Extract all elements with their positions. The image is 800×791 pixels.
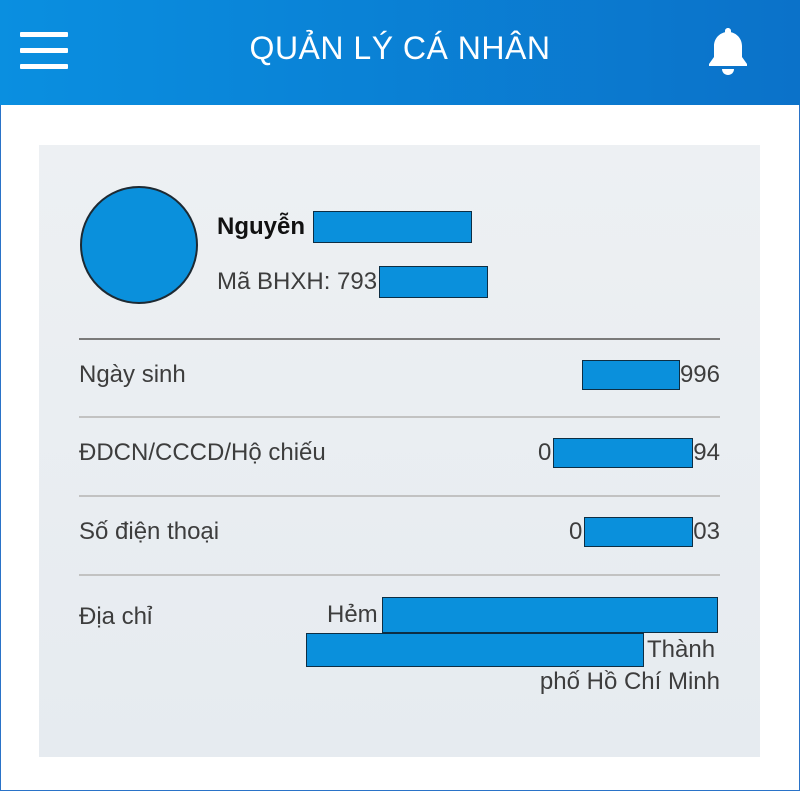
redacted-id xyxy=(379,266,489,298)
field-row-birthdate: Ngày sinh 996 xyxy=(79,341,720,419)
avatar[interactable] xyxy=(80,186,198,304)
field-label: ĐDCN/CCCD/Hộ chiếu xyxy=(79,439,326,466)
redacted-address xyxy=(306,633,644,667)
address-line-1: Hẻm xyxy=(327,597,718,633)
row-divider xyxy=(79,416,720,418)
value-prefix: 0 xyxy=(568,518,583,545)
address-prefix: Hẻm xyxy=(327,601,378,628)
social-insurance-id: Mã BHXH: 793 xyxy=(217,266,489,298)
value-suffix: 03 xyxy=(693,518,720,545)
app-header: QUẢN LÝ CÁ NHÂN xyxy=(0,0,800,105)
redacted-value xyxy=(581,360,680,390)
page-title: QUẢN LÝ CÁ NHÂN xyxy=(249,30,551,66)
notification-button[interactable] xyxy=(704,24,752,76)
value-suffix: 94 xyxy=(693,439,720,466)
field-value: 0 03 xyxy=(569,516,720,548)
bell-icon xyxy=(709,28,747,75)
field-row-id-card: ĐDCN/CCCD/Hộ chiếu 0 94 xyxy=(79,419,720,497)
name-text: Nguyễn xyxy=(217,213,306,240)
profile-name: Nguyễn xyxy=(217,209,473,245)
row-divider xyxy=(79,495,720,497)
redacted-value xyxy=(553,438,694,468)
field-label: Số điện thoại xyxy=(79,518,220,545)
field-value: 996 xyxy=(581,359,720,391)
redacted-value xyxy=(584,517,694,547)
address-line3-text: phố Hồ Chí Minh xyxy=(539,668,720,695)
personal-info-card: Nguyễn Mã BHXH: 793 Ngày sinh 996 ĐDCN/C… xyxy=(39,145,760,757)
address-line-2: Thành xyxy=(306,633,715,667)
address-line-3: phố Hồ Chí Minh xyxy=(540,665,720,699)
redacted-name xyxy=(313,211,473,243)
value-suffix: 996 xyxy=(679,361,720,388)
address-label: Địa chỉ xyxy=(79,603,153,630)
redacted-address xyxy=(381,597,718,633)
profile-divider xyxy=(79,338,720,340)
row-divider xyxy=(79,574,720,576)
field-value: 0 94 xyxy=(538,437,720,469)
address-line2-suffix: Thành xyxy=(647,636,716,663)
id-text: Mã BHXH: 793 xyxy=(217,268,378,295)
value-prefix: 0 xyxy=(537,439,552,466)
field-label: Ngày sinh xyxy=(79,361,186,388)
field-row-phone: Số điện thoại 0 03 xyxy=(79,498,720,576)
